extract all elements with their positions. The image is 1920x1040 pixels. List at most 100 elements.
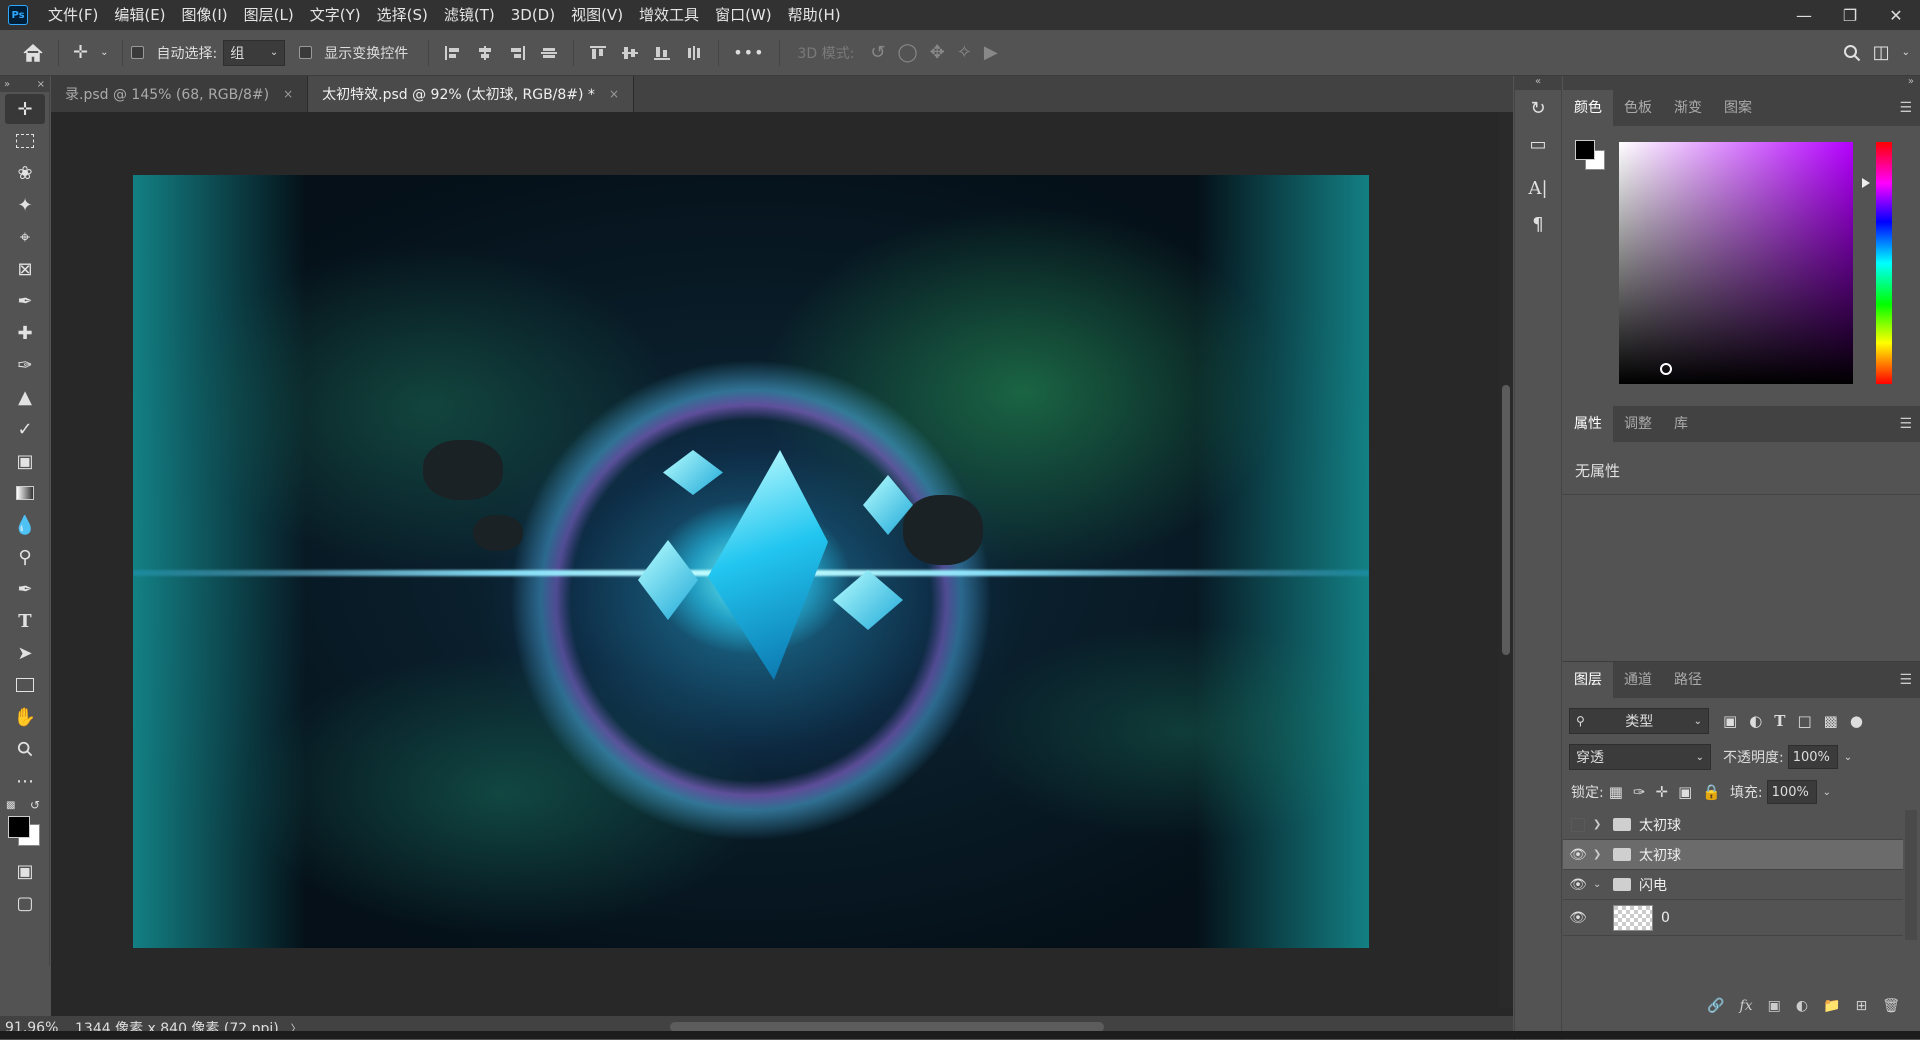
menu-help[interactable]: 帮助(H) <box>780 0 849 30</box>
tab-document-1[interactable]: 录.psd @ 145% (68, RGB/8#) × <box>51 76 309 112</box>
chevron-down-icon[interactable]: ⌄ <box>1823 787 1831 798</box>
home-icon[interactable] <box>22 43 44 63</box>
eraser-tool-button[interactable]: ▣ <box>5 446 45 476</box>
menu-image[interactable]: 图像(I) <box>174 0 236 30</box>
distribute-v-icon[interactable] <box>541 46 558 60</box>
foreground-color-swatch[interactable] <box>8 816 30 838</box>
align-left-icon[interactable] <box>445 45 461 60</box>
blur-tool-button[interactable]: 💧 <box>5 510 45 540</box>
collapse-icon[interactable]: « <box>1515 76 1561 90</box>
move-tool-icon[interactable]: ✛ <box>73 42 88 63</box>
dodge-tool-button[interactable]: ⚲ <box>5 542 45 572</box>
rectangle-tool-button[interactable] <box>5 670 45 700</box>
adjustment-layer-icon[interactable]: ◐ <box>1796 998 1808 1014</box>
align-right-icon[interactable] <box>509 45 526 60</box>
hue-slider-handle[interactable] <box>1862 178 1870 188</box>
menu-file[interactable]: 文件(F) <box>40 0 106 30</box>
layer-row-selected[interactable]: 👁 ❯ 太初球 <box>1563 840 1903 870</box>
restore-icon[interactable]: ❐ <box>1827 0 1873 30</box>
menu-type[interactable]: 文字(Y) <box>302 0 369 30</box>
filter-pixel-icon[interactable]: ▣ <box>1723 712 1737 730</box>
layers-scrollbar[interactable] <box>1905 810 1917 940</box>
pen-tool-button[interactable]: ✒ <box>5 574 45 604</box>
new-group-icon[interactable]: 📁 <box>1823 998 1840 1014</box>
history-brush-tool-button[interactable]: ✓ <box>5 414 45 444</box>
panel-menu-icon[interactable]: ☰ <box>1899 100 1912 116</box>
chevron-down-icon[interactable]: ⌄ <box>100 47 108 58</box>
filter-adjustment-icon[interactable]: ◐ <box>1749 712 1762 730</box>
healing-brush-tool-button[interactable]: ✚ <box>5 318 45 348</box>
layer-row[interactable]: ❯ 太初球 <box>1563 810 1903 840</box>
tab-properties[interactable]: 属性 <box>1563 406 1613 442</box>
lock-transparent-icon[interactable]: ▦ <box>1609 783 1623 801</box>
tab-channels[interactable]: 通道 <box>1613 662 1663 698</box>
hue-slider[interactable] <box>1876 142 1892 384</box>
close-tab-icon[interactable]: × <box>609 87 619 101</box>
layer-row[interactable]: 👁 0 <box>1563 900 1903 936</box>
canvas-area[interactable] <box>51 112 1499 1008</box>
collapse-arrow-icon[interactable]: ⌄ <box>1593 879 1605 890</box>
color-field[interactable] <box>1619 142 1853 384</box>
menu-view[interactable]: 视图(V) <box>563 0 631 30</box>
gradient-tool-button[interactable] <box>5 478 45 508</box>
tab-document-2[interactable]: 太初特效.psd @ 92% (太初球, RGB/8#) * × <box>308 76 634 112</box>
panel-menu-icon[interactable]: ☰ <box>1899 672 1912 688</box>
zoom-tool-button[interactable] <box>5 734 45 764</box>
quick-mask-icon[interactable]: ▣ <box>5 856 45 886</box>
layer-row[interactable]: 👁 ⌄ 闪电 <box>1563 870 1903 900</box>
panel-menu-icon[interactable]: ☰ <box>1899 416 1912 432</box>
menu-layer[interactable]: 图层(L) <box>236 0 302 30</box>
canvas-image[interactable] <box>133 175 1369 948</box>
opacity-input[interactable]: 100% <box>1787 745 1838 769</box>
marquee-tool-button[interactable] <box>5 126 45 156</box>
align-center-h-icon[interactable] <box>477 45 493 60</box>
magic-wand-tool-button[interactable]: ✦ <box>5 190 45 220</box>
collapse-icon[interactable]: » <box>1563 76 1920 90</box>
menu-select[interactable]: 选择(S) <box>369 0 436 30</box>
color-picker-handle[interactable] <box>1660 363 1672 375</box>
menu-filter[interactable]: 滤镜(T) <box>436 0 503 30</box>
tab-paths[interactable]: 路径 <box>1663 662 1713 698</box>
expand-arrow-icon[interactable]: ❯ <box>1593 819 1605 830</box>
brush-tool-button[interactable]: ✑ <box>5 350 45 380</box>
lock-all-icon[interactable]: 🔒 <box>1702 783 1721 801</box>
eyedropper-tool-button[interactable]: ✒ <box>5 286 45 316</box>
swap-colors-icon[interactable]: ↺ <box>30 798 40 812</box>
more-options-button[interactable]: ••• <box>733 43 764 62</box>
menu-edit[interactable]: 编辑(E) <box>106 0 173 30</box>
add-mask-icon[interactable]: ▣ <box>1768 998 1781 1014</box>
tab-layers[interactable]: 图层 <box>1563 662 1613 698</box>
auto-select-dropdown[interactable]: 组 ⌄ <box>223 39 286 66</box>
blend-mode-dropdown[interactable]: 穿透 ⌄ <box>1569 744 1711 770</box>
show-transform-checkbox[interactable] <box>299 46 313 59</box>
delete-layer-icon[interactable]: 🗑 <box>1882 998 1900 1014</box>
new-layer-icon[interactable]: ⊞ <box>1855 998 1867 1014</box>
tab-gradients[interactable]: 渐变 <box>1663 90 1713 126</box>
close-window-icon[interactable]: ✕ <box>1873 0 1919 30</box>
filter-shape-icon[interactable]: □ <box>1797 712 1811 730</box>
eye-icon[interactable]: 👁 <box>1563 910 1593 926</box>
vertical-scroll-thumb[interactable] <box>1502 385 1510 655</box>
chevron-down-icon[interactable]: ⌄ <box>1902 47 1910 58</box>
paragraph-icon[interactable]: ¶ <box>1515 206 1561 242</box>
eye-icon[interactable]: 👁 <box>1563 877 1593 893</box>
expand-arrow-icon[interactable]: ❯ <box>1593 849 1605 860</box>
hand-tool-button[interactable]: ✋ <box>5 702 45 732</box>
chevron-down-icon[interactable]: ⌄ <box>1844 752 1852 763</box>
collapse-icon[interactable]: » <box>4 79 10 90</box>
move-tool-button[interactable]: ✛ <box>5 94 45 124</box>
menu-window[interactable]: 窗口(W) <box>707 0 780 30</box>
vertical-scrollbar[interactable] <box>1499 112 1513 1008</box>
tab-libraries[interactable]: 库 <box>1663 406 1699 442</box>
tab-adjustments[interactable]: 调整 <box>1613 406 1663 442</box>
menu-plugins[interactable]: 增效工具 <box>631 0 707 30</box>
tab-swatches[interactable]: 色板 <box>1613 90 1663 126</box>
close-tab-icon[interactable]: × <box>283 87 293 101</box>
fill-input[interactable]: 100% <box>1766 780 1817 804</box>
eye-icon[interactable]: 👁 <box>1563 847 1593 863</box>
tab-patterns[interactable]: 图案 <box>1713 90 1763 126</box>
filter-type-icon[interactable]: T <box>1774 712 1785 730</box>
more-tools-icon[interactable]: ⋯ <box>5 766 45 796</box>
comments-icon[interactable]: ▭ <box>1515 126 1561 162</box>
path-selection-tool-button[interactable]: ➤ <box>5 638 45 668</box>
